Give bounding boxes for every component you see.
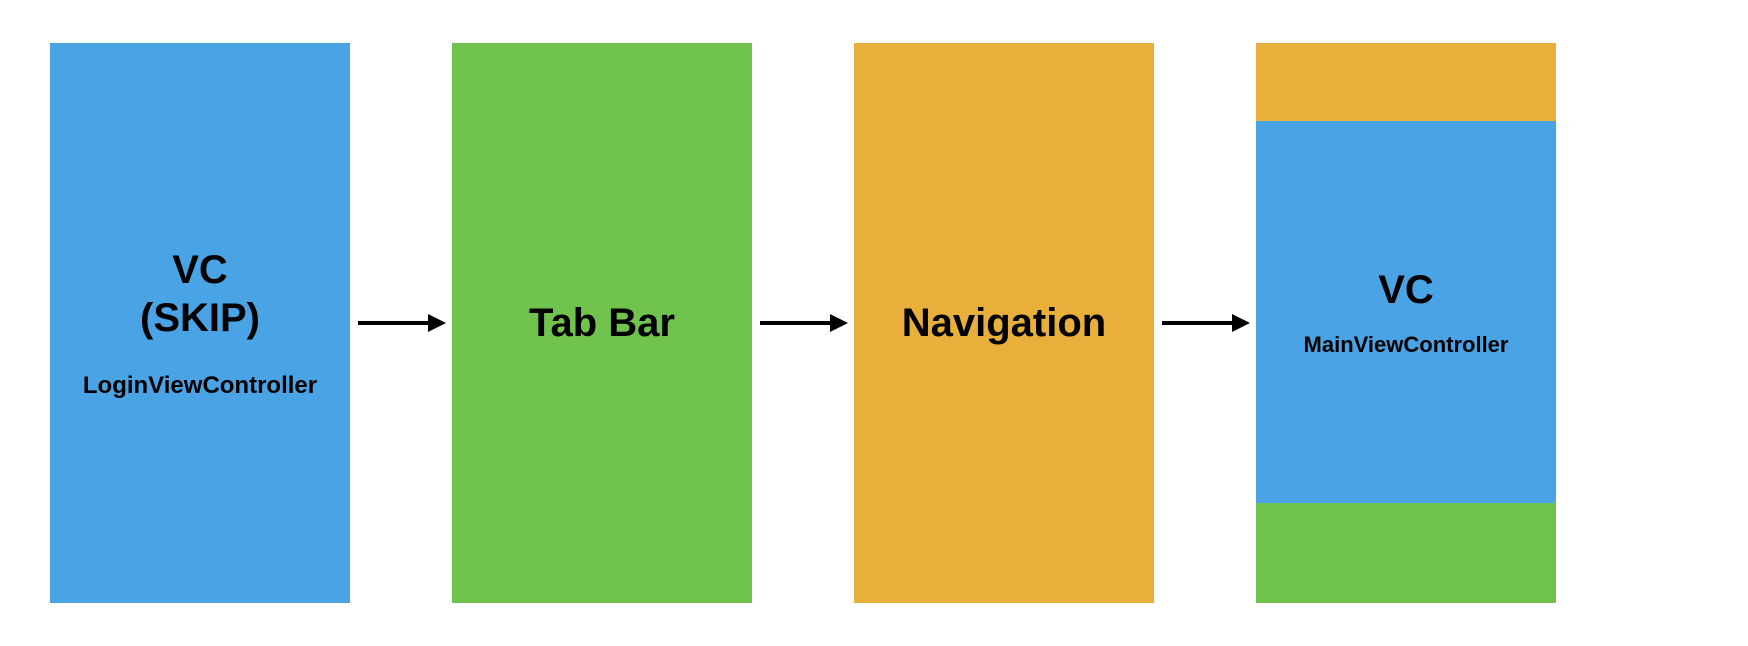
tab-bar-region: [1256, 503, 1556, 603]
arrow-icon: [758, 311, 848, 335]
box1-subtitle: LoginViewController: [83, 372, 317, 400]
box1-title-line2: (SKIP): [140, 294, 260, 342]
box3-title: Navigation: [902, 299, 1106, 347]
box-login-vc: VC (SKIP) LoginViewController: [50, 43, 350, 603]
flow-diagram: VC (SKIP) LoginViewController Tab Bar Na…: [0, 0, 1748, 646]
box-navigation: Navigation: [854, 43, 1154, 603]
content-region: VC MainViewController: [1256, 121, 1556, 503]
box1-title-line1: VC: [172, 246, 228, 294]
box2-title: Tab Bar: [529, 299, 675, 347]
box-tab-bar: Tab Bar: [452, 43, 752, 603]
arrow-icon: [356, 311, 446, 335]
nav-bar-region: [1256, 43, 1556, 121]
arrow-icon: [1160, 311, 1250, 335]
box4-subtitle: MainViewController: [1304, 332, 1509, 358]
box-main-vc: VC MainViewController: [1256, 43, 1556, 603]
box4-title: VC: [1378, 266, 1434, 314]
